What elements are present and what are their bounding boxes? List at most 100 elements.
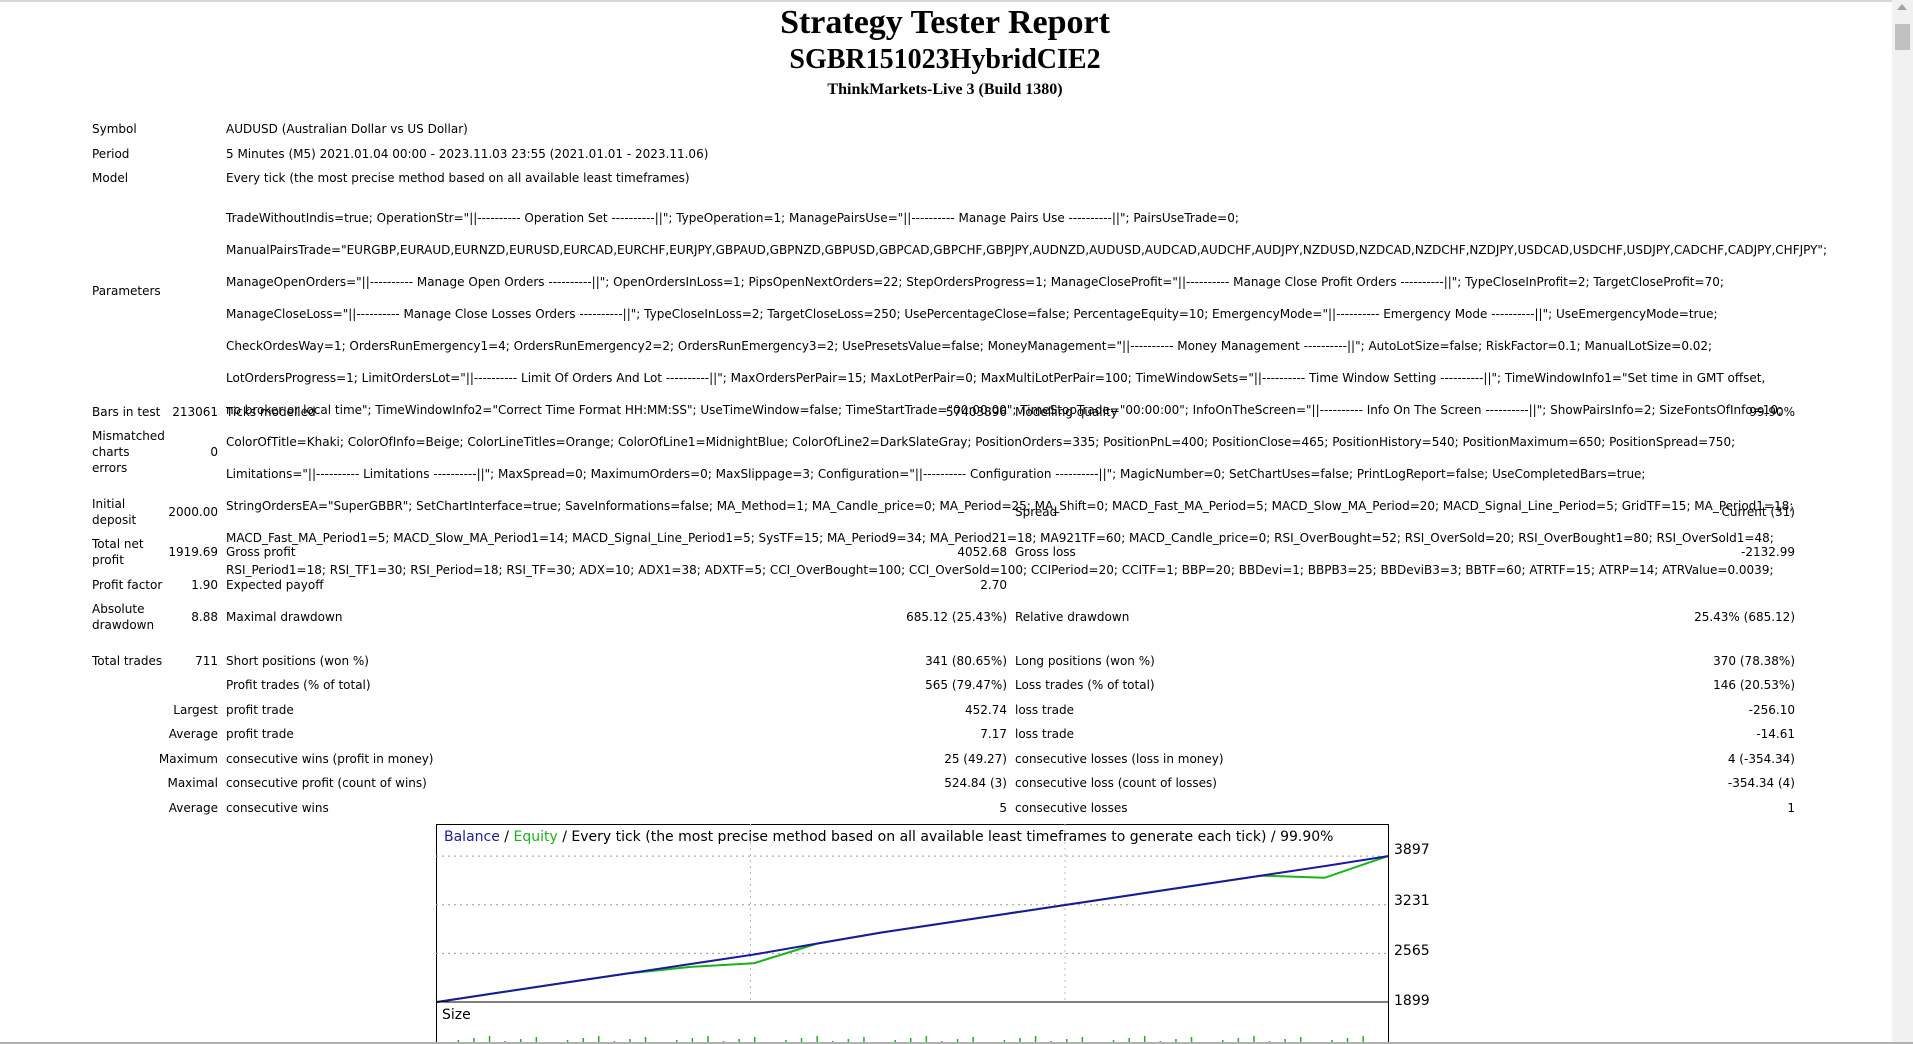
balance-chart <box>436 824 1389 1044</box>
ticks-value: 57403896 <box>945 405 1007 419</box>
param-line: ManualPairsTrade="EURGBP,EURAUD,EURNZD,E… <box>226 243 1827 257</box>
quality-value: 99.90% <box>1749 405 1795 419</box>
ea-name: SGBR151023HybridCIE2 <box>789 44 1101 75</box>
profit-trades-label: Profit trades (% of total) <box>226 678 371 692</box>
legend-balance: Balance <box>444 829 500 845</box>
legend-sep: / <box>499 829 514 845</box>
largest-loss-label: loss trade <box>1015 703 1074 717</box>
vertical-scrollbar[interactable] <box>1892 0 1913 1044</box>
mismatch-label-2: charts <box>92 445 130 459</box>
param-line: LotOrdersProgress=1; LimitOrdersLot="||-… <box>226 371 1766 385</box>
avg-cons-losses-label: consecutive losses <box>1015 801 1128 815</box>
maximal-label: Maximal <box>167 776 218 790</box>
rel-dd-value: 25.43% (685.12) <box>1694 610 1795 624</box>
param-line: RSI_Period1=18; RSI_TF1=30; RSI_Period=1… <box>226 563 1774 577</box>
period-label: Period <box>92 147 130 161</box>
maximum-label: Maximum <box>158 752 218 766</box>
model-label: Model <box>92 171 129 185</box>
gross-profit-value: 4052.68 <box>957 545 1007 559</box>
chart-legend: Balance / Equity / Every tick (the most … <box>444 829 1333 845</box>
abs-dd-label-1: Absolute <box>92 602 145 616</box>
largest-profit-value: 452.74 <box>965 703 1007 717</box>
max-dd-value: 685.12 (25.43%) <box>906 610 1007 624</box>
loss-trades-label: Loss trades (% of total) <box>1015 678 1155 692</box>
server-info: ThinkMarkets-Live 3 (Build 1380) <box>827 81 1063 98</box>
top-border <box>0 0 1913 2</box>
param-line: CheckOrdesWay=1; OrdersRunEmergency1=4; … <box>226 339 1713 353</box>
gross-profit-label: Gross profit <box>226 545 296 559</box>
long-positions-value: 370 (78.38%) <box>1713 654 1795 668</box>
max-cons-losses-label: consecutive losses (loss in money) <box>1015 752 1224 766</box>
parameters-label: Parameters <box>92 284 161 298</box>
size-label: Size <box>442 1007 471 1023</box>
max-dd-label: Maximal drawdown <box>226 610 343 624</box>
report-title: Strategy Tester Report <box>780 4 1110 41</box>
mismatch-value: 0 <box>210 445 218 459</box>
y-tick-label: 2565 <box>1394 943 1430 959</box>
spread-label: Spread <box>1015 505 1058 519</box>
scroll-thumb[interactable] <box>1895 24 1910 50</box>
rel-dd-label: Relative drawdown <box>1015 610 1130 624</box>
period-value: 5 Minutes (M5) 2021.01.04 00:00 - 2023.1… <box>226 147 709 161</box>
report-header: Strategy Tester Report SGBR151023HybridC… <box>0 4 1890 100</box>
average-cons-label: Average <box>168 801 218 815</box>
abs-dd-value: 8.88 <box>191 610 218 624</box>
average-loss-label: loss trade <box>1015 727 1074 741</box>
expected-payoff-label: Expected payoff <box>226 578 324 592</box>
y-tick-label: 3231 <box>1394 893 1430 909</box>
deposit-label-1: Initial <box>92 497 126 511</box>
avg-cons-wins-label: consecutive wins <box>226 801 329 815</box>
maximal-profit-value: 524.84 (3) <box>944 776 1007 790</box>
spread-value: Current (31) <box>1721 505 1795 519</box>
legend-rest: / Every tick (the most precise method ba… <box>557 829 1334 845</box>
profit-trades-value: 565 (79.47%) <box>925 678 1007 692</box>
mismatch-label-3: errors <box>92 461 128 475</box>
average-profit-label: profit trade <box>226 727 294 741</box>
average-label: Average <box>168 727 218 741</box>
deposit-label-2: deposit <box>92 513 137 527</box>
maximal-loss-label: consecutive loss (count of losses) <box>1015 776 1217 790</box>
bars-value: 213061 <box>172 405 218 419</box>
loss-trades-value: 146 (20.53%) <box>1713 678 1795 692</box>
expected-payoff-value: 2.70 <box>980 578 1007 592</box>
y-tick-label: 1899 <box>1394 993 1430 1009</box>
gross-loss-value: -2132.99 <box>1741 545 1795 559</box>
max-cons-losses-value: 4 (-354.34) <box>1727 752 1795 766</box>
ticks-label: Ticks modelled <box>226 405 316 419</box>
profit-factor-value: 1.90 <box>191 578 218 592</box>
maximal-loss-value: -354.34 (4) <box>1727 776 1795 790</box>
symbol-value: AUDUSD (Australian Dollar vs US Dollar) <box>226 122 468 136</box>
max-cons-wins-label: consecutive wins (profit in money) <box>226 752 434 766</box>
max-cons-wins-value: 25 (49.27) <box>944 752 1007 766</box>
mismatch-label-1: Mismatched <box>92 429 165 443</box>
gross-loss-label: Gross loss <box>1015 545 1076 559</box>
model-value: Every tick (the most precise method base… <box>226 171 690 185</box>
average-profit-value: 7.17 <box>980 727 1007 741</box>
total-trades-value: 711 <box>195 654 218 668</box>
maximal-profit-label: consecutive profit (count of wins) <box>226 776 427 790</box>
chart-frame <box>436 824 1389 1044</box>
largest-profit-label: profit trade <box>226 703 294 717</box>
net-profit-label-2: profit <box>92 553 124 567</box>
param-line: ManageCloseLoss="||---------- Manage Clo… <box>226 307 1718 321</box>
param-line: Limitations="||---------- Limitations --… <box>226 467 1646 481</box>
deposit-value: 2000.00 <box>168 505 218 519</box>
param-line: ColorOfTitle=Khaki; ColorOfInfo=Beige; C… <box>226 435 1736 449</box>
net-profit-label-1: Total net <box>92 537 144 551</box>
average-loss-value: -14.61 <box>1756 727 1795 741</box>
largest-label: Largest <box>173 703 218 717</box>
y-tick-label: 3897 <box>1394 842 1430 858</box>
short-positions-label: Short positions (won %) <box>226 654 369 668</box>
avg-cons-wins-value: 5 <box>999 801 1007 815</box>
legend-equity: Equity <box>513 829 558 845</box>
net-profit-value: 1919.69 <box>168 545 218 559</box>
quality-label: Modelling quality <box>1015 405 1118 419</box>
parameters-value: TradeWithoutIndis=true; OperationStr="||… <box>226 194 1827 594</box>
param-line: ManageOpenOrders="||---------- Manage Op… <box>226 275 1724 289</box>
short-positions-value: 341 (80.65%) <box>925 654 1007 668</box>
largest-loss-value: -256.10 <box>1748 703 1795 717</box>
scroll-up-icon[interactable] <box>1897 4 1907 10</box>
long-positions-label: Long positions (won %) <box>1015 654 1155 668</box>
bars-label: Bars in test <box>92 405 161 419</box>
symbol-label: Symbol <box>92 122 137 136</box>
